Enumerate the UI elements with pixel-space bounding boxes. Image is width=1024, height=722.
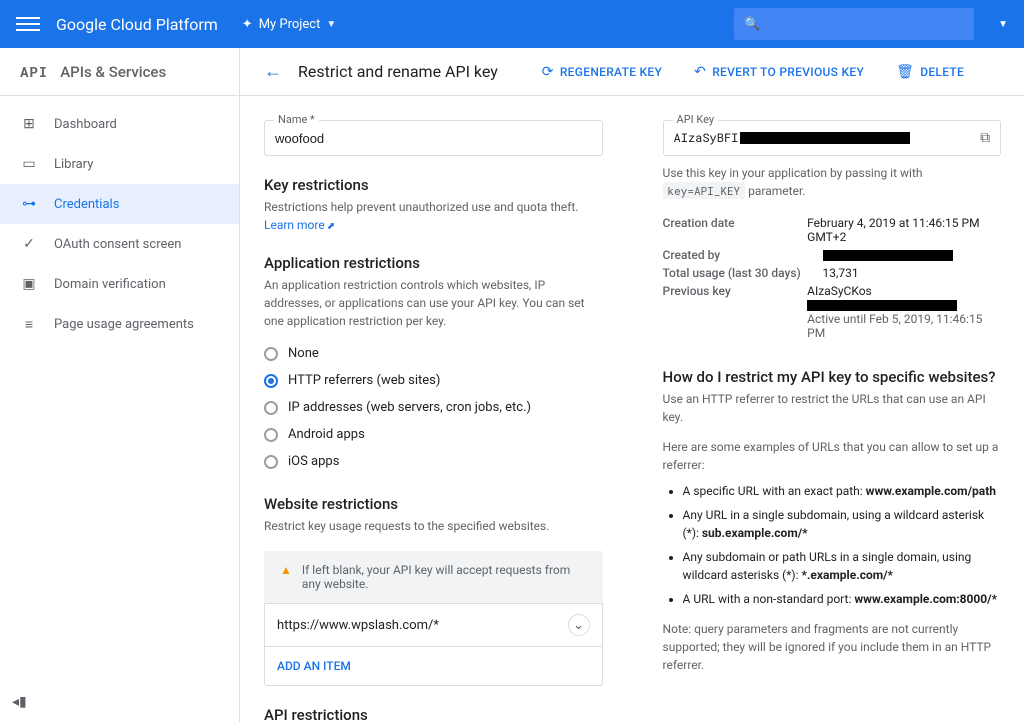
dashboard-icon: ⊞ (20, 116, 38, 132)
library-icon: ▭ (20, 156, 38, 172)
warning-icon: ▲ (280, 563, 292, 577)
sidebar-item-label: Credentials (54, 197, 119, 212)
api-key-label: API Key (673, 113, 719, 126)
sidebar-item-usage[interactable]: ≡ Page usage agreements (0, 304, 239, 344)
menu-icon[interactable] (16, 17, 40, 31)
sidebar-item-label: Page usage agreements (54, 317, 194, 332)
referrer-url: https://www.wpslash.com/* (277, 618, 439, 633)
revert-key-button[interactable]: ↶REVERT TO PREVIOUS KEY (686, 64, 872, 80)
project-name: My Project (259, 17, 321, 32)
consent-icon: ✓ (20, 236, 38, 252)
radio-ios[interactable]: iOS apps (264, 448, 603, 475)
website-restrictions-heading: Website restrictions (264, 495, 603, 513)
website-restrictions-desc: Restrict key usage requests to the speci… (264, 517, 603, 535)
back-arrow-icon[interactable]: ← (264, 61, 282, 82)
radio-http-referrers[interactable]: HTTP referrers (web sites) (264, 367, 603, 394)
radio-icon (264, 401, 278, 415)
total-usage: 13,731 (823, 266, 859, 280)
account-menu[interactable]: ▼ (998, 19, 1008, 30)
external-link-icon: ⬈ (327, 221, 335, 232)
sidebar-item-oauth[interactable]: ✓ OAuth consent screen (0, 224, 239, 264)
refresh-icon: ⟳ (542, 64, 554, 80)
search-icon: 🔍 (744, 17, 760, 32)
referrer-examples: A specific URL with an exact path: www.e… (663, 482, 1002, 608)
sidebar-item-label: Library (54, 157, 93, 172)
sidebar-title: APIs & Services (60, 63, 166, 81)
project-picker[interactable]: ✦ My Project ▼ (242, 17, 337, 32)
project-icon: ✦ (242, 17, 253, 32)
usage-hint: Use this key in your application by pass… (663, 164, 1002, 200)
sidebar-item-label: OAuth consent screen (54, 237, 181, 252)
howto-note: Note: query parameters and fragments are… (663, 620, 1002, 674)
sidebar-item-label: Domain verification (54, 277, 166, 292)
domain-icon: ▣ (20, 276, 38, 292)
undo-icon: ↶ (694, 64, 706, 80)
radio-none[interactable]: None (264, 340, 603, 367)
expand-icon[interactable]: ⌄ (568, 614, 590, 636)
app-restrictions-heading: Application restrictions (264, 254, 603, 272)
radio-ip[interactable]: IP addresses (web servers, cron jobs, et… (264, 394, 603, 421)
api-logo-icon: API (20, 62, 48, 81)
chevron-down-icon: ▼ (326, 19, 336, 30)
sidebar-item-credentials[interactable]: ⊶ Credentials (0, 184, 239, 224)
radio-icon (264, 374, 278, 388)
add-item-button[interactable]: ADD AN ITEM (265, 646, 602, 685)
sidebar-header: API APIs & Services (0, 48, 239, 96)
redacted-prev-key (807, 300, 957, 311)
copy-icon[interactable]: ⧉ (980, 130, 990, 146)
radio-icon (264, 428, 278, 442)
app-restrictions-desc: An application restriction controls whic… (264, 276, 603, 330)
sidebar-item-dashboard[interactable]: ⊞ Dashboard (0, 104, 239, 144)
agreement-icon: ≡ (20, 316, 38, 333)
name-field-label: Name * (274, 113, 319, 126)
search-input[interactable]: 🔍 (734, 8, 974, 40)
blank-warning: ▲ If left blank, your API key will accep… (264, 551, 603, 603)
sidebar-item-library[interactable]: ▭ Library (0, 144, 239, 184)
referrer-row[interactable]: https://www.wpslash.com/* ⌄ (265, 603, 602, 646)
redacted-key (740, 132, 910, 144)
learn-more-link[interactable]: Learn more⬈ (264, 218, 335, 232)
radio-android[interactable]: Android apps (264, 421, 603, 448)
key-icon: ⊶ (20, 196, 38, 212)
sidebar-item-label: Dashboard (54, 117, 117, 132)
trash-icon: 🗑 (896, 64, 914, 80)
sidebar-item-domain[interactable]: ▣ Domain verification (0, 264, 239, 304)
howto-heading: How do I restrict my API key to specific… (663, 368, 1002, 386)
page-title: Restrict and rename API key (298, 62, 498, 81)
radio-icon (264, 347, 278, 361)
delete-button[interactable]: 🗑DELETE (888, 64, 972, 80)
creation-date: February 4, 2019 at 11:46:15 PM GMT+2 (807, 216, 1001, 244)
key-restrictions-desc: Restrictions help prevent unauthorized u… (264, 200, 578, 214)
regenerate-key-button[interactable]: ⟳REGENERATE KEY (534, 64, 670, 80)
collapse-sidebar-icon[interactable]: ◂▮ (12, 694, 27, 710)
radio-icon (264, 455, 278, 469)
api-restrictions-heading: API restrictions (264, 706, 603, 722)
key-restrictions-heading: Key restrictions (264, 176, 603, 194)
prev-key-expiry: Active until Feb 5, 2019, 11:46:15 PM (807, 312, 982, 340)
brand-label: Google Cloud Platform (56, 15, 218, 34)
redacted-creator (823, 250, 953, 261)
